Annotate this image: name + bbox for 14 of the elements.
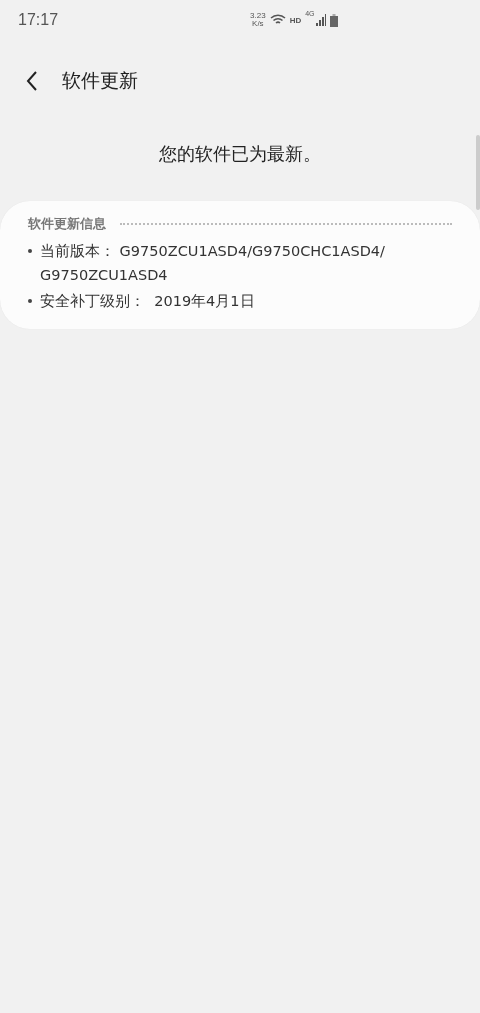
wifi-icon <box>269 14 286 26</box>
info-text: 安全补丁级别： 2019年4月1日 <box>40 292 256 311</box>
status-message: 您的软件已为最新。 <box>158 142 322 166</box>
signal-icon <box>315 14 326 26</box>
status-time: 17:17 <box>18 11 59 29</box>
bullet-icon <box>28 299 32 303</box>
back-icon <box>26 71 38 91</box>
hd-label: HD <box>289 15 302 25</box>
battery-icon <box>329 13 338 27</box>
bullet-icon <box>28 249 32 253</box>
section-heading: 软件更新信息 <box>28 215 106 233</box>
network-speed: 3.23 K/s <box>250 12 266 28</box>
page-title: 软件更新 <box>62 68 138 93</box>
info-text: 当前版本： G9750ZCU1ASD4/G9750CHC1ASD4/ G9750ZCU1ASD4 <box>40 242 386 285</box>
